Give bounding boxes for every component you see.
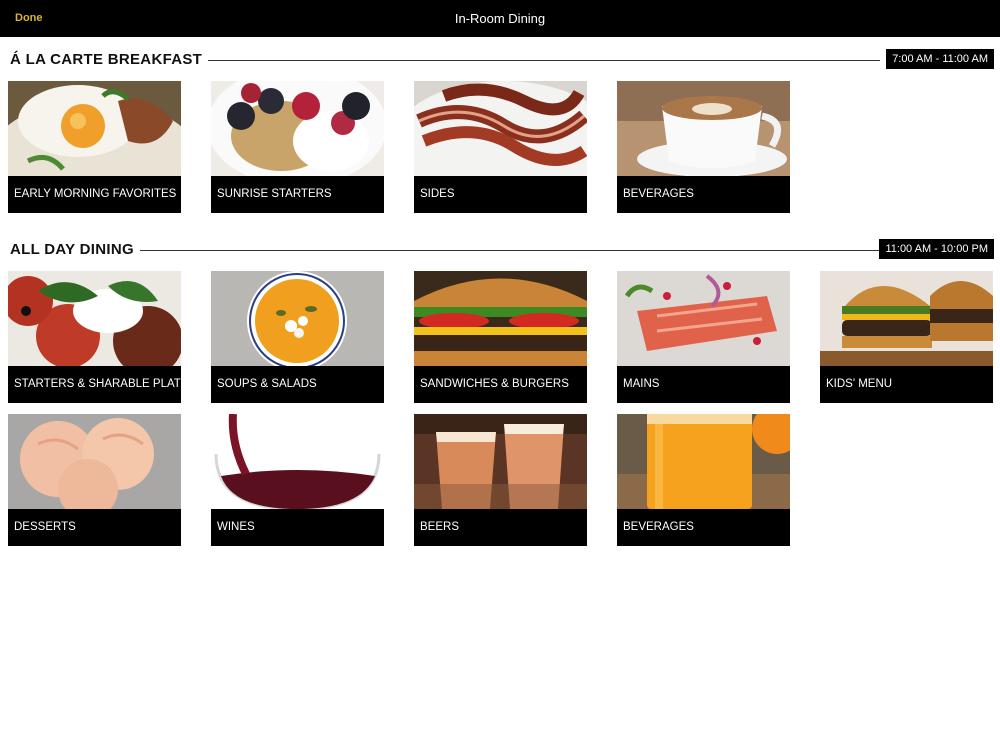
tile-label: WINES — [211, 509, 384, 546]
menu-tile-early-morning-favorites[interactable]: EARLY MORNING FAVORITES — [8, 81, 181, 213]
tile-label: SUNRISE STARTERS — [211, 176, 384, 213]
menu-tile-soups-salads[interactable]: SOUPS & SALADS — [211, 271, 384, 403]
section-title: ALL DAY DINING — [10, 241, 140, 258]
ice-cream-scoops-image — [8, 414, 181, 509]
tile-label: KIDS' MENU — [820, 366, 993, 403]
tile-label: EARLY MORNING FAVORITES — [8, 176, 181, 213]
sliders-image — [820, 271, 993, 366]
tile-label: BEVERAGES — [617, 509, 790, 546]
section-divider — [180, 60, 880, 61]
menu-tile-beverages-breakfast[interactable]: BEVERAGES — [617, 81, 790, 213]
menu-tile-beers[interactable]: BEERS — [414, 414, 587, 546]
menu-tile-desserts[interactable]: DESSERTS — [8, 414, 181, 546]
granola-berries-bowl-image — [211, 81, 384, 176]
tile-label: BEERS — [414, 509, 587, 546]
tile-label: SOUPS & SALADS — [211, 366, 384, 403]
pumpkin-soup-image — [211, 271, 384, 366]
menu-tile-mains[interactable]: MAINS — [617, 271, 790, 403]
beer-glasses-image — [414, 414, 587, 509]
tile-label: STARTERS & SHARABLE PLATES — [8, 366, 181, 403]
breakfast-section-header: Á LA CARTE BREAKFAST 7:00 AM - 11:00 AM — [0, 49, 1000, 71]
hours-badge: 7:00 AM - 11:00 AM — [886, 49, 994, 69]
menu-tile-sides[interactable]: SIDES — [414, 81, 587, 213]
page-title: In-Room Dining — [454, 11, 546, 26]
tile-label: MAINS — [617, 366, 790, 403]
navigation-bar: Done In-Room Dining — [0, 0, 1000, 37]
menu-tile-beverages-all-day[interactable]: BEVERAGES — [617, 414, 790, 546]
tile-label: SIDES — [414, 176, 587, 213]
all-day-section-header: ALL DAY DINING 11:00 AM - 10:00 PM — [0, 239, 1000, 261]
section-title: Á LA CARTE BREAKFAST — [10, 51, 209, 68]
orange-juice-image — [617, 414, 790, 509]
menu-tile-kids-menu[interactable]: KIDS' MENU — [820, 271, 993, 403]
menu-tile-starters-sharable-plates[interactable]: STARTERS & SHARABLE PLATES — [8, 271, 181, 403]
menu-tile-sunrise-starters[interactable]: SUNRISE STARTERS — [211, 81, 384, 213]
menu-tile-sandwiches-burgers[interactable]: SANDWICHES & BURGERS — [414, 271, 587, 403]
fried-egg-plate-image — [8, 81, 181, 176]
bacon-strips-image — [414, 81, 587, 176]
menu-tile-wines[interactable]: WINES — [211, 414, 384, 546]
tile-label: DESSERTS — [8, 509, 181, 546]
tile-label: BEVERAGES — [617, 176, 790, 213]
salmon-fillet-image — [617, 271, 790, 366]
tile-label: SANDWICHES & BURGERS — [414, 366, 587, 403]
caprese-plate-image — [8, 271, 181, 366]
latte-cup-image — [617, 81, 790, 176]
red-wine-glass-image — [211, 414, 384, 509]
section-divider — [130, 250, 880, 251]
hours-badge: 11:00 AM - 10:00 PM — [879, 239, 994, 259]
cheeseburger-image — [414, 271, 587, 366]
